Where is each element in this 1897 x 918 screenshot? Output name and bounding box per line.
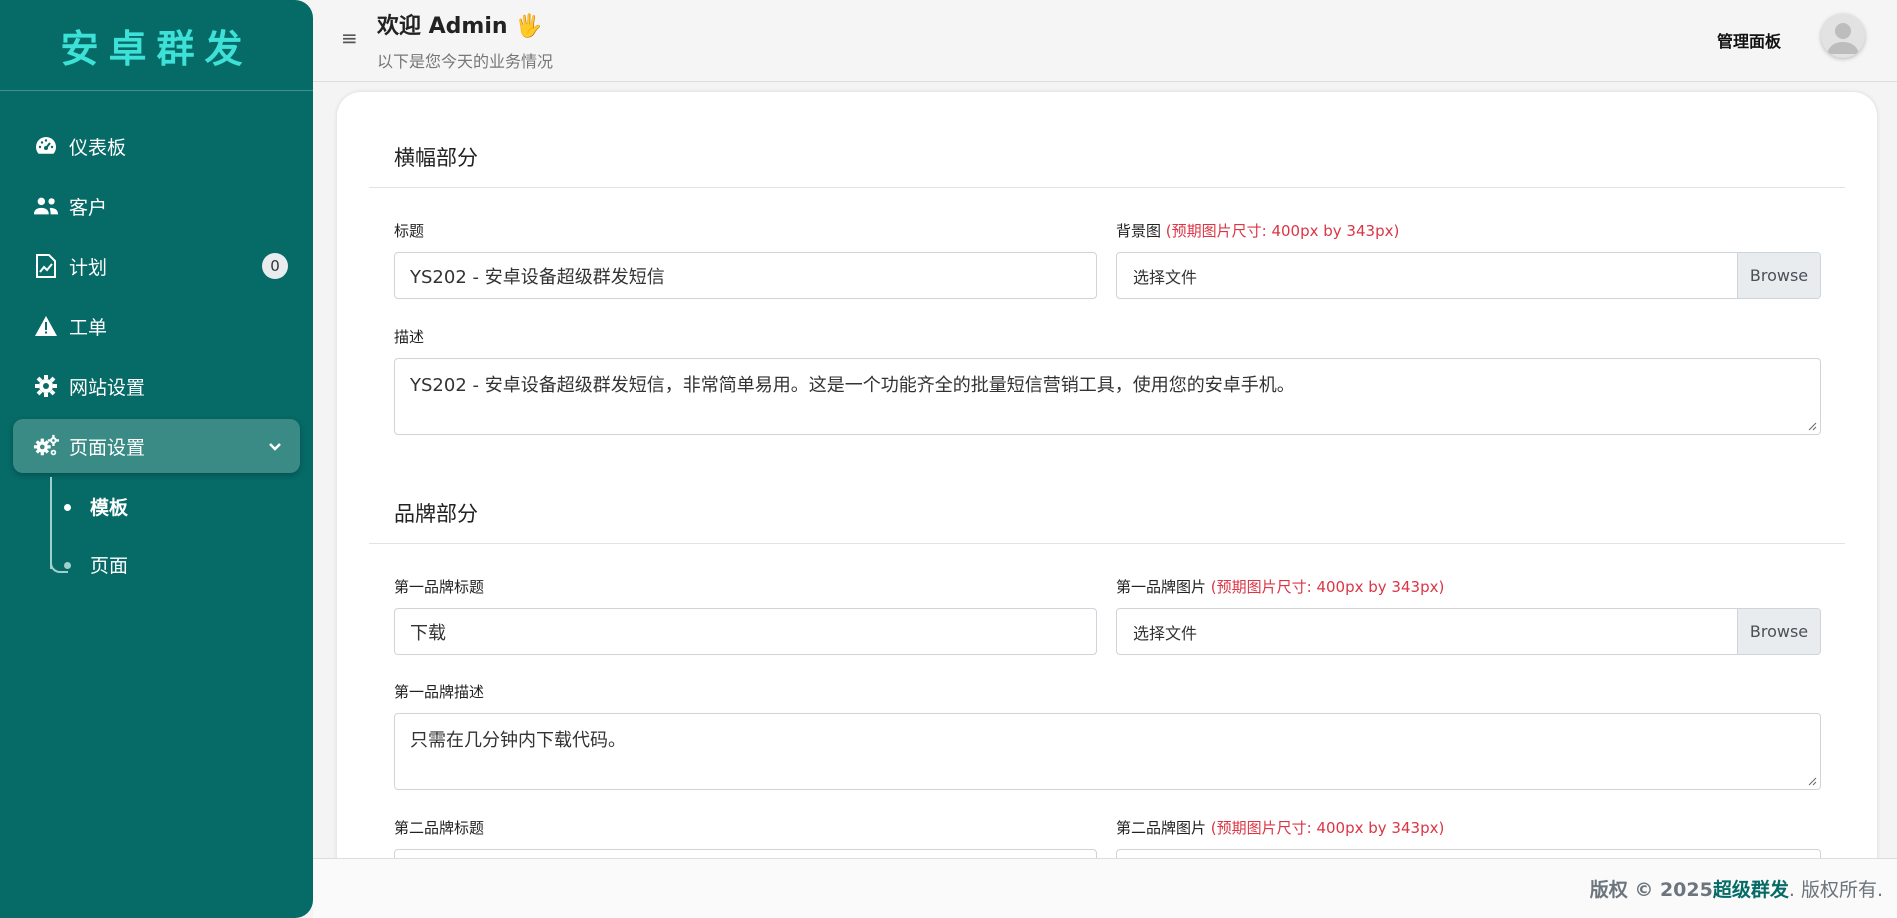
copyright-suffix: . 版权所有. xyxy=(1788,879,1883,901)
section-divider xyxy=(369,187,1845,188)
gear-icon xyxy=(33,373,59,399)
chart-doc-icon xyxy=(33,253,59,279)
subnav-item-pages[interactable]: 页面 xyxy=(50,535,313,593)
user-silhouette-icon xyxy=(1827,23,1859,54)
sidebar-item-label: 计划 xyxy=(69,256,108,279)
avatar[interactable] xyxy=(1821,14,1865,58)
subnav-item-templates[interactable]: 模板 xyxy=(50,477,313,535)
users-icon xyxy=(33,193,59,219)
gears-icon xyxy=(33,433,59,459)
app-root: 安卓群发 仪表板 客户 计划 0 工单 网站设置 页面设置 模板 页面 ≡ 欢迎… xyxy=(0,0,1897,918)
first-brand-description-label: 第一品牌描述 xyxy=(394,683,485,701)
admin-panel-link[interactable]: 管理面板 xyxy=(1717,28,1781,52)
plans-count-badge: 0 xyxy=(262,253,288,279)
banner-description-textarea[interactable]: YS202 - 安卓设备超级群发短信，非常简单易用。这是一个功能齐全的批量短信营… xyxy=(394,358,1821,435)
speedometer-icon xyxy=(33,133,59,159)
subnav-item-label: 模板 xyxy=(90,496,129,519)
resize-handle-icon[interactable] xyxy=(1808,422,1817,431)
file-placeholder: 选择文件 xyxy=(1133,267,1198,287)
copyright-prefix: 版权 © 2025 xyxy=(1589,879,1713,901)
sidebar-item-tickets[interactable]: 工单 xyxy=(13,299,300,353)
sidebar-item-dashboard[interactable]: 仪表板 xyxy=(13,119,300,173)
resize-handle-icon[interactable] xyxy=(1808,777,1817,786)
brand-text: 安卓群发 xyxy=(60,26,253,71)
sidebar-item-label: 仪表板 xyxy=(69,136,127,159)
description-label: 描述 xyxy=(394,328,425,346)
first-brand-image-file-input[interactable]: 选择文件 Browse xyxy=(1116,608,1821,655)
welcome-title: 欢迎 Admin 🖐 xyxy=(377,14,543,39)
banner-description-text: YS202 - 安卓设备超级群发短信，非常简单易用。这是一个功能齐全的批量短信营… xyxy=(410,375,1295,396)
footer-brand-link[interactable]: 超级群发 xyxy=(1713,875,1789,902)
chevron-down-icon xyxy=(268,435,282,457)
background-image-file-input[interactable]: 选择文件 Browse xyxy=(1116,252,1821,299)
first-brand-description-textarea[interactable]: 只需在几分钟内下载代码。 xyxy=(394,713,1821,790)
sidebar-item-label: 客户 xyxy=(69,196,108,219)
title-label: 标题 xyxy=(394,222,425,240)
section-divider xyxy=(369,543,1845,544)
top-header: ≡ 欢迎 Admin 🖐 以下是您今天的业务情况 管理面板 xyxy=(313,0,1897,82)
sidebar: 安卓群发 仪表板 客户 计划 0 工单 网站设置 页面设置 模板 页面 xyxy=(0,0,313,918)
page-settings-subnav: 模板 页面 xyxy=(50,477,313,593)
background-image-label: 背景图 (预期图片尺寸: 400px by 343px) xyxy=(1116,220,1399,241)
first-brand-title-input[interactable]: 下载 xyxy=(394,608,1097,655)
sidebar-item-customers[interactable]: 客户 xyxy=(13,179,300,233)
second-brand-image-label-text: 第二品牌图片 xyxy=(1116,819,1207,837)
sidebar-item-label: 网站设置 xyxy=(69,376,146,399)
sidebar-item-label: 页面设置 xyxy=(69,436,146,459)
image-size-hint: (预期图片尺寸: 400px by 343px) xyxy=(1165,222,1400,240)
file-placeholder: 选择文件 xyxy=(1133,623,1198,643)
welcome-subtitle: 以下是您今天的业务情况 xyxy=(377,52,554,71)
image-size-hint: (预期图片尺寸: 400px by 343px) xyxy=(1210,578,1445,596)
sidebar-item-plans[interactable]: 计划 0 xyxy=(13,239,300,293)
sidebar-nav: 仪表板 客户 计划 0 工单 网站设置 页面设置 xyxy=(0,91,313,473)
first-brand-image-label-text: 第一品牌图片 xyxy=(1116,578,1207,596)
sidebar-item-label: 工单 xyxy=(69,316,108,339)
brand-logo[interactable]: 安卓群发 xyxy=(0,0,313,91)
sidebar-item-site-settings[interactable]: 网站设置 xyxy=(13,359,300,413)
hamburger-menu-icon[interactable]: ≡ xyxy=(341,26,358,50)
footer: 版权 © 2025 超级群发 . 版权所有. xyxy=(313,858,1897,918)
warning-icon xyxy=(33,313,59,339)
browse-button[interactable]: Browse xyxy=(1737,253,1820,298)
browse-button[interactable]: Browse xyxy=(1737,609,1820,654)
bullet-dot-icon xyxy=(64,504,71,511)
first-brand-description-text: 只需在几分钟内下载代码。 xyxy=(410,730,626,751)
sidebar-item-page-settings[interactable]: 页面设置 xyxy=(13,419,300,473)
subnav-item-label: 页面 xyxy=(90,554,129,577)
image-size-hint: (预期图片尺寸: 400px by 343px) xyxy=(1210,819,1445,837)
banner-section-title: 横幅部分 xyxy=(394,146,478,170)
banner-title-input[interactable]: YS202 - 安卓设备超级群发短信 xyxy=(394,252,1097,299)
first-brand-image-label: 第一品牌图片 (预期图片尺寸: 400px by 343px) xyxy=(1116,576,1444,597)
brand-section-title: 品牌部分 xyxy=(394,502,478,526)
first-brand-title-label: 第一品牌标题 xyxy=(394,578,485,596)
second-brand-image-label: 第二品牌图片 (预期图片尺寸: 400px by 343px) xyxy=(1116,817,1444,838)
background-image-label-text: 背景图 xyxy=(1116,222,1162,240)
content-card: 横幅部分 标题 YS202 - 安卓设备超级群发短信 背景图 (预期图片尺寸: … xyxy=(337,92,1877,918)
second-brand-title-label: 第二品牌标题 xyxy=(394,819,485,837)
bullet-dot-icon xyxy=(64,562,71,569)
